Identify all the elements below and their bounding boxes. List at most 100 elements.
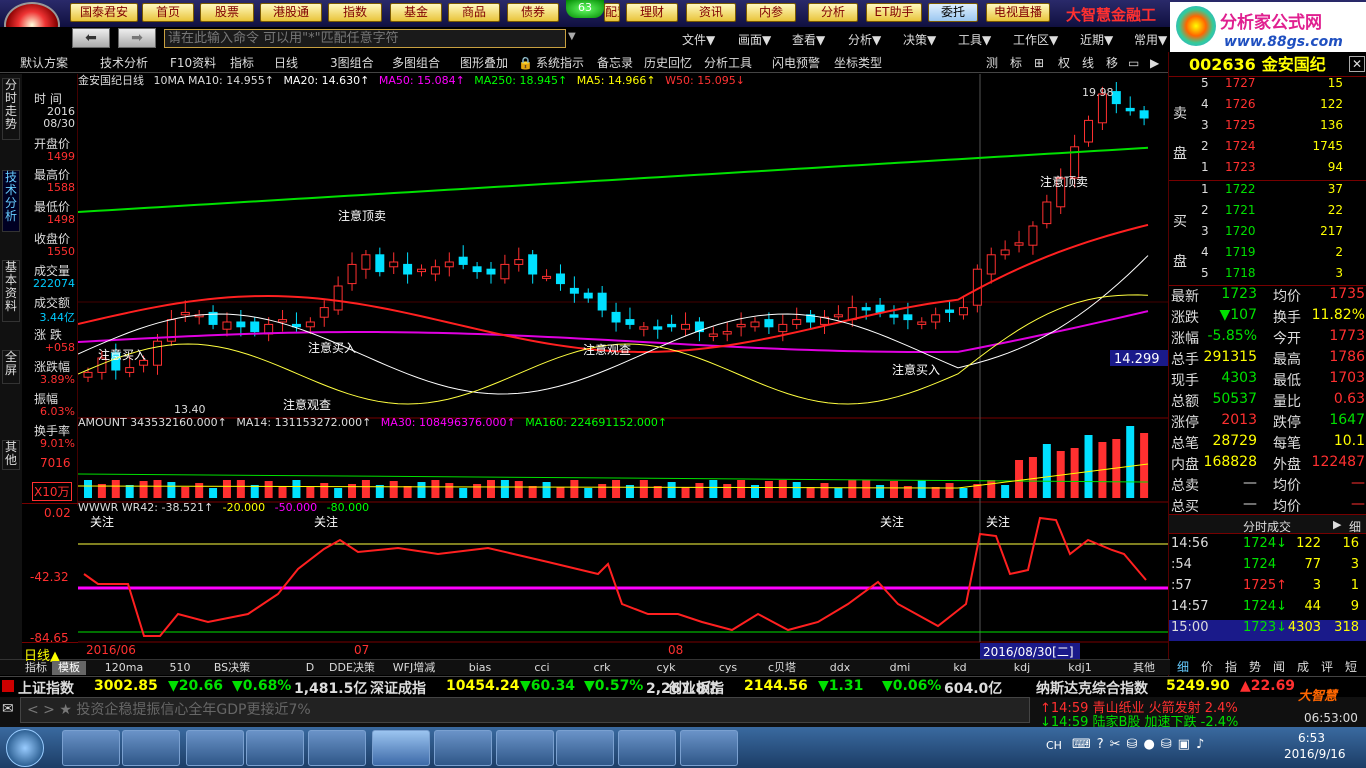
buy-level-5[interactable]: 5 1718 3	[1169, 266, 1366, 287]
indicator-tab-bias[interactable]: bias	[452, 661, 508, 675]
right-tab-6[interactable]: 评	[1317, 658, 1337, 674]
forward-arrow-icon[interactable]: ➡	[118, 28, 156, 48]
ie-browser-icon[interactable]	[122, 730, 180, 766]
tb-multichart[interactable]: 多图组合	[392, 54, 440, 72]
right-tab-7[interactable]: 短	[1341, 658, 1361, 674]
menu-gtja[interactable]: 国泰君安	[70, 3, 138, 22]
ticks-expand-icon[interactable]: ▶	[1333, 518, 1341, 531]
side-tab-other[interactable]: 其他	[2, 440, 20, 470]
indicator-tab-模板[interactable]: 模板	[52, 661, 86, 675]
tick-row[interactable]: :57 1725↑ 3 1	[1169, 578, 1366, 599]
right-tab-2[interactable]: 指	[1221, 658, 1241, 674]
side-tab-fullscreen[interactable]: 全屏	[2, 350, 20, 384]
indicator-tab-crk[interactable]: crk	[574, 661, 630, 675]
close-icon[interactable]: ✕	[1349, 56, 1365, 72]
buy-level-4[interactable]: 4 1719 2	[1169, 245, 1366, 266]
menu-config[interactable]: 配置	[604, 3, 620, 22]
buy-level-3[interactable]: 3 1720 217	[1169, 224, 1366, 245]
indicator-tab-WFJ增减[interactable]: WFJ增减	[386, 661, 442, 675]
menu-decision[interactable]: 决策▼	[903, 31, 936, 48]
indicator-tab-指标[interactable]: 指标	[22, 661, 50, 675]
side-tab-intraday[interactable]: 分时走势	[2, 78, 20, 140]
explorer-icon[interactable]	[186, 730, 244, 766]
menu-index[interactable]: 指数	[328, 3, 382, 22]
start-button-icon[interactable]	[6, 729, 44, 767]
notification-badge[interactable]: 63	[566, 0, 604, 18]
sell-level-3[interactable]: 3 1725 136	[1169, 118, 1366, 139]
tick-row[interactable]: 14:56 1724↓ 122 16	[1169, 536, 1366, 557]
buy-level-1[interactable]: 1 1722 37	[1169, 182, 1366, 203]
menu-file[interactable]: 文件▼	[682, 31, 715, 48]
menu-bond[interactable]: 债券	[507, 3, 559, 22]
right-tab-3[interactable]: 势	[1245, 658, 1265, 674]
indicator-tab-kdj[interactable]: kdj	[994, 661, 1050, 675]
indicator-tab-cci[interactable]: cci	[514, 661, 570, 675]
tb-history[interactable]: 历史回忆	[644, 54, 692, 72]
tick-row[interactable]: :54 1724 77 3	[1169, 557, 1366, 578]
menu-wealth[interactable]: 理财	[626, 3, 678, 22]
side-tab-tech[interactable]: 技术分析	[2, 170, 20, 232]
sell-level-1[interactable]: 1 1723 94	[1169, 160, 1366, 181]
tb-mark[interactable]: 标	[1010, 54, 1022, 72]
tb-overlay[interactable]: 图形叠加	[460, 54, 508, 72]
right-tab-4[interactable]: 闻	[1269, 658, 1289, 674]
right-tab-5[interactable]: 成	[1293, 658, 1313, 674]
menu-trade[interactable]: 委托	[928, 3, 978, 22]
indicator-tab-BS决策[interactable]: BS决策	[204, 661, 260, 675]
tb-analysis-tools[interactable]: 分析工具	[704, 54, 752, 72]
sell-level-2[interactable]: 2 1724 1745	[1169, 139, 1366, 160]
tb-flash-alert[interactable]: 闪电预警	[772, 54, 820, 72]
indicator-tab-cyk[interactable]: cyk	[638, 661, 694, 675]
tb-daily[interactable]: 日线	[274, 54, 298, 72]
menu-analysis[interactable]: 分析	[808, 3, 858, 22]
ime-indicator[interactable]: CH	[1046, 739, 1062, 752]
indicator-tab-dmi[interactable]: dmi	[872, 661, 928, 675]
tb-move[interactable]: 移	[1106, 54, 1118, 72]
menu-stocks[interactable]: 股票	[200, 3, 254, 22]
notepad-icon[interactable]	[434, 730, 492, 766]
app-red-icon[interactable]	[556, 730, 614, 766]
menu-workspace[interactable]: 工作区▼	[1013, 31, 1058, 48]
tb-measure[interactable]: 测	[986, 54, 998, 72]
indicator-tab-510[interactable]: 510	[152, 661, 208, 675]
command-dropdown-icon[interactable]: ▼	[568, 31, 576, 42]
tick-row[interactable]: 14:57 1724↓ 44 9	[1169, 599, 1366, 620]
news-scroller[interactable]: < > ★ 投资企稳提振信心全年GDP更接近7%	[20, 697, 1030, 723]
weibo-icon[interactable]	[308, 730, 366, 766]
tb-default-scheme[interactable]: 默认方案	[20, 54, 68, 72]
photo-icon[interactable]	[680, 730, 738, 766]
buy-level-2[interactable]: 2 1721 22	[1169, 203, 1366, 224]
command-input[interactable]: 请在此输入命令 可以用"*"匹配任意字符	[164, 29, 566, 48]
indicator-tab-其他[interactable]: 其他	[1116, 661, 1172, 675]
tb-memo[interactable]: 备忘录	[597, 54, 633, 72]
menu-fund[interactable]: 基金	[390, 3, 442, 22]
back-arrow-icon[interactable]: ⬅	[72, 28, 110, 48]
window-icon[interactable]: ▭	[1128, 54, 1139, 72]
ticks-detail[interactable]: 细	[1349, 518, 1361, 535]
menu-home[interactable]: 首页	[142, 3, 194, 22]
kline-chart-svg[interactable]: 金安国纪日线 10MA MA10: 14.955↑ MA20: 14.630↑ …	[77, 73, 1168, 662]
sell-level-4[interactable]: 4 1726 122	[1169, 97, 1366, 118]
indicator-tab-ddx[interactable]: ddx	[812, 661, 868, 675]
menu-hk-connect[interactable]: 港股通	[260, 3, 322, 22]
indicator-tab-kdj1[interactable]: kdj1	[1052, 661, 1108, 675]
menu-insider[interactable]: 内参	[746, 3, 796, 22]
sell-level-5[interactable]: 5 1727 15	[1169, 76, 1366, 97]
tb-3chart[interactable]: 3图组合	[330, 54, 374, 72]
media-player-icon[interactable]	[62, 730, 120, 766]
menu-tools[interactable]: 工具▼	[958, 31, 991, 48]
menu-info[interactable]: 资讯	[686, 3, 736, 22]
indicator-tab-cys[interactable]: cys	[700, 661, 756, 675]
menu-view-screen[interactable]: 画面▼	[738, 31, 771, 48]
side-tab-basics[interactable]: 基本资料	[2, 260, 20, 322]
tb-axis-type[interactable]: 坐标类型	[834, 54, 882, 72]
indicator-tab-120ma[interactable]: 120ma	[96, 661, 152, 675]
indicator-tab-DDE决策[interactable]: DDE决策	[324, 661, 380, 675]
menu-view[interactable]: 查看▼	[792, 31, 825, 48]
grid-icon[interactable]: ⊞	[1034, 54, 1044, 72]
lock-icon[interactable]: 🔒	[518, 54, 533, 72]
tb-f10[interactable]: F10资料	[170, 54, 216, 72]
mail-icon[interactable]: ✉	[2, 701, 14, 717]
dzh-app-icon[interactable]	[372, 730, 430, 766]
indicator-tab-c贝塔[interactable]: c贝塔	[754, 661, 810, 675]
